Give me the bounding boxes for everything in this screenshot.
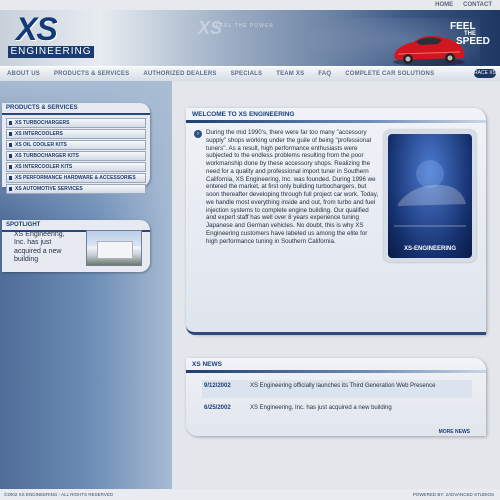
nav-team-xs[interactable]: TEAM XS — [269, 71, 311, 77]
more-news-link[interactable]: MORE NEWS — [439, 429, 470, 435]
nav-products-services[interactable]: PRODUCTS & SERVICES — [47, 71, 136, 77]
spotlight-text[interactable]: XS Engineering, Inc. has just acquired a… — [14, 231, 74, 265]
news-item: 9/12/2002 XS Engineering officially laun… — [202, 380, 472, 398]
powered-by-link[interactable]: POWERED BY: 2ADVANCED STUDIOS — [413, 492, 494, 497]
spotlight-panel: SPOTLIGHT XS Engineering, Inc. has just … — [2, 220, 150, 272]
building-shape — [97, 241, 133, 259]
footer: ©2002 XS ENGINEERING - ALL RIGHTS RESERV… — [0, 489, 500, 500]
news-title-bar — [186, 370, 486, 373]
nav-complete-car-solutions[interactable]: COMPLETE CAR SOLUTIONS — [338, 71, 441, 77]
welcome-body: During the mid 1990's, there were far to… — [206, 129, 379, 245]
main-nav: ABOUT US PRODUCTS & SERVICES AUTHORIZED … — [0, 66, 500, 82]
nav-authorized-dealers[interactable]: AUTHORIZED DEALERS — [136, 71, 223, 77]
products-panel: PRODUCTS & SERVICES XS TURBOCHARGERS XS … — [2, 103, 150, 194]
product-item-performance-hardware[interactable]: XS PERFORMANCE HARDWARE & ACCESSORIES — [6, 173, 146, 183]
top-strip — [0, 0, 500, 10]
product-item-intercoolers[interactable]: XS INTERCOOLERS — [6, 129, 146, 139]
product-item-automotive-services[interactable]: XS AUTOMOTIVE SERVICES — [6, 184, 146, 194]
photo-label: XS-ENGINEERING — [403, 246, 456, 252]
product-item-turbocharger-kits[interactable]: XS TURBOCHARGER KITS — [6, 151, 146, 161]
welcome-title-bar — [186, 120, 486, 123]
product-item-turbochargers[interactable]: XS TURBOCHARGERS — [6, 118, 146, 128]
news-item: 6/25/2002 XS Engineering, Inc. has just … — [202, 402, 472, 420]
night-car-photo-inner: XS-ENGINEERING — [388, 134, 472, 258]
logo[interactable]: XS ENGINEERING — [8, 11, 94, 61]
site-header: XS ENGINEERING XS FEEL THE POWER FEEL TH… — [0, 10, 500, 66]
news-panel: XS NEWS 9/12/2002 XS Engineering officia… — [186, 358, 486, 436]
logo-main: XS — [16, 11, 58, 47]
feel-the-speed-tagline: FEEL THE SPEED — [450, 22, 498, 47]
welcome-panel: WELCOME TO XS ENGINEERING › During the m… — [186, 108, 486, 335]
tagline-line-3: SPEED — [456, 36, 490, 48]
arrow-bullet-icon: › — [194, 130, 202, 138]
home-link[interactable]: HOME — [435, 2, 453, 8]
contact-link[interactable]: CONTACT — [463, 2, 492, 8]
nav-about-us[interactable]: ABOUT US — [0, 71, 47, 77]
building-image[interactable] — [86, 230, 142, 266]
news-headline[interactable]: XS Engineering, Inc. has just acquired a… — [250, 405, 470, 412]
nav-faq[interactable]: FAQ — [311, 71, 338, 77]
news-headline[interactable]: XS Engineering officially launches its T… — [250, 383, 470, 390]
copyright-text: ©2002 XS ENGINEERING - ALL RIGHTS RESERV… — [4, 492, 114, 497]
logo-sub: ENGINEERING — [8, 46, 94, 58]
nav-specials[interactable]: SPECIALS — [224, 71, 270, 77]
car-silhouette-icon — [394, 160, 466, 227]
welcome-title: WELCOME TO XS ENGINEERING — [192, 111, 295, 118]
product-item-oil-cooler-kits[interactable]: XS OIL COOLER KITS — [6, 140, 146, 150]
ghost-tagline: FEEL THE POWER — [216, 23, 274, 29]
products-list: XS TURBOCHARGERS XS INTERCOOLERS XS OIL … — [2, 115, 150, 194]
night-car-photo: XS-ENGINEERING — [384, 130, 476, 262]
product-item-intercooler-kits[interactable]: XS INTERCOOLER KITS — [6, 162, 146, 172]
news-date: 9/12/2002 — [204, 383, 231, 389]
news-title: XS NEWS — [192, 361, 222, 368]
top-links: HOME CONTACT — [435, 0, 492, 10]
welcome-footer-line — [186, 326, 486, 335]
products-title: PRODUCTS & SERVICES — [2, 103, 150, 115]
news-date: 6/25/2002 — [204, 405, 231, 411]
race-xs-button[interactable]: RACE XS — [474, 69, 496, 78]
